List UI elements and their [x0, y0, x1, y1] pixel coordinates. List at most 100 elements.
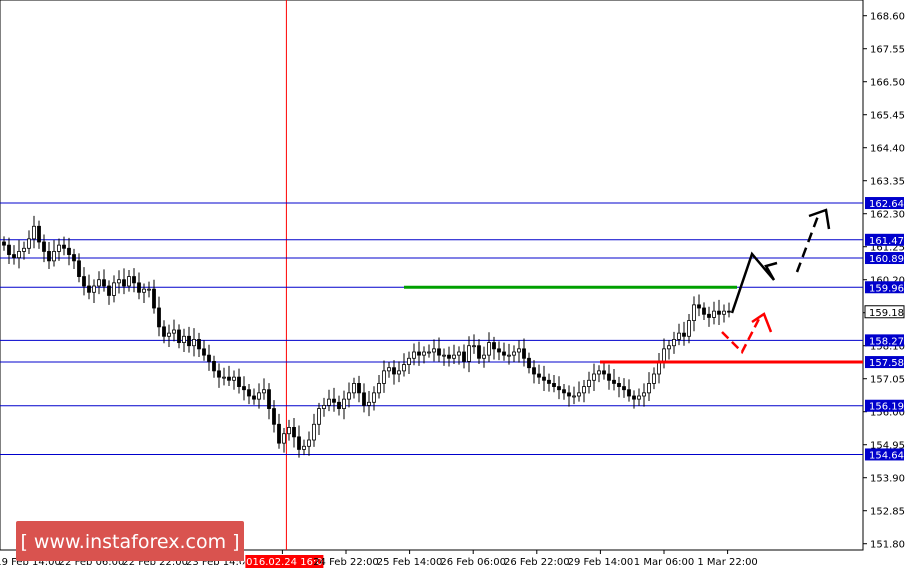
candle: [497, 341, 501, 361]
candle-body: [157, 307, 161, 328]
x-tick-label: 26 Feb 22:00: [504, 557, 570, 568]
candle-body: [407, 357, 411, 365]
candle-body: [47, 251, 51, 262]
level-label: 160.89: [869, 254, 904, 265]
candle-body: [382, 370, 386, 384]
candle-body: [412, 351, 416, 359]
candle-body: [352, 383, 356, 394]
candle-body: [292, 427, 296, 438]
candle-body: [107, 285, 111, 296]
bullish-arrowhead: [808, 208, 831, 230]
candle-body: [117, 279, 121, 284]
candle: [677, 323, 681, 346]
candle: [287, 419, 291, 441]
candle: [602, 363, 606, 380]
candle-body: [52, 251, 56, 262]
candle: [542, 365, 546, 391]
candle-body: [97, 279, 101, 287]
bullish-path: [730, 251, 778, 314]
candle: [67, 237, 71, 266]
candle: [427, 344, 431, 358]
candle: [337, 395, 341, 416]
candle-body: [707, 313, 711, 318]
candle: [467, 336, 471, 373]
candle-body: [682, 332, 686, 337]
candle: [367, 390, 371, 417]
candle: [197, 332, 201, 358]
bullish-projection: [795, 215, 820, 273]
candle-body: [152, 288, 156, 309]
candle: [407, 351, 411, 374]
candle-body: [702, 307, 706, 315]
candle: [332, 387, 336, 412]
y-axis: 168.60 167.55 166.50 165.45 164.40 163.35 162.…: [863, 12, 905, 551]
x-tick-label: 1 Mar 06:00: [634, 557, 694, 568]
candle-body: [87, 285, 91, 293]
candle: [587, 371, 591, 394]
candle: [327, 389, 331, 412]
candle-body: [422, 351, 426, 356]
candle: [722, 304, 726, 323]
candle: [162, 320, 166, 344]
candle-body: [217, 370, 221, 378]
level-label: 157.58: [869, 358, 904, 369]
candle: [97, 271, 101, 295]
candle: [172, 319, 176, 342]
candle: [547, 373, 551, 392]
candle-body: [602, 370, 606, 375]
candle-body: [337, 401, 341, 409]
candle-body: [552, 383, 556, 387]
candle-body: [232, 376, 236, 381]
candle: [212, 355, 216, 378]
candle: [577, 381, 581, 402]
candle-body: [697, 304, 701, 309]
candle-body: [672, 339, 676, 347]
candle: [272, 400, 276, 433]
candle: [507, 343, 511, 365]
candle-body: [647, 383, 651, 394]
candle: [222, 367, 226, 386]
y-tick-label: 162.30: [870, 210, 905, 221]
candle-body: [692, 304, 696, 321]
candle: [2, 236, 6, 251]
candle: [72, 248, 76, 270]
y-tick-label: 164.40: [870, 144, 905, 155]
candle: [202, 340, 206, 361]
x-tick-label: 29 Feb 14:00: [568, 557, 634, 568]
candle-body: [142, 288, 146, 293]
candle-body: [42, 241, 46, 252]
candle-body: [182, 335, 186, 343]
candle: [117, 270, 121, 294]
candle-body: [147, 288, 151, 291]
candle: [237, 368, 241, 394]
candle-body: [227, 376, 231, 381]
candle-body: [437, 348, 441, 356]
candle-body: [452, 354, 456, 359]
candle-body: [347, 392, 351, 400]
candle-body: [302, 445, 306, 450]
candle-body: [342, 398, 346, 409]
y-tick-label: 166.50: [870, 78, 905, 89]
candle-body: [442, 354, 446, 357]
candles: [2, 215, 731, 458]
candle-body: [177, 329, 181, 343]
candle: [142, 283, 146, 303]
candle-body: [222, 376, 226, 379]
watermark-text: [ www.instaforex.com ]: [20, 531, 239, 553]
candle: [702, 302, 706, 320]
candle: [477, 339, 481, 364]
candle: [487, 332, 491, 363]
candle: [147, 281, 151, 298]
candle-body: [37, 225, 41, 243]
candle: [512, 345, 516, 363]
candle: [697, 294, 701, 317]
candle: [122, 268, 126, 295]
candle: [527, 352, 531, 374]
candle: [132, 268, 136, 293]
candle-body: [167, 332, 171, 337]
candle-body: [427, 351, 431, 354]
y-tick-label: 165.45: [870, 111, 905, 122]
candle: [462, 344, 466, 369]
candle-body: [402, 364, 406, 372]
candle: [377, 374, 381, 399]
